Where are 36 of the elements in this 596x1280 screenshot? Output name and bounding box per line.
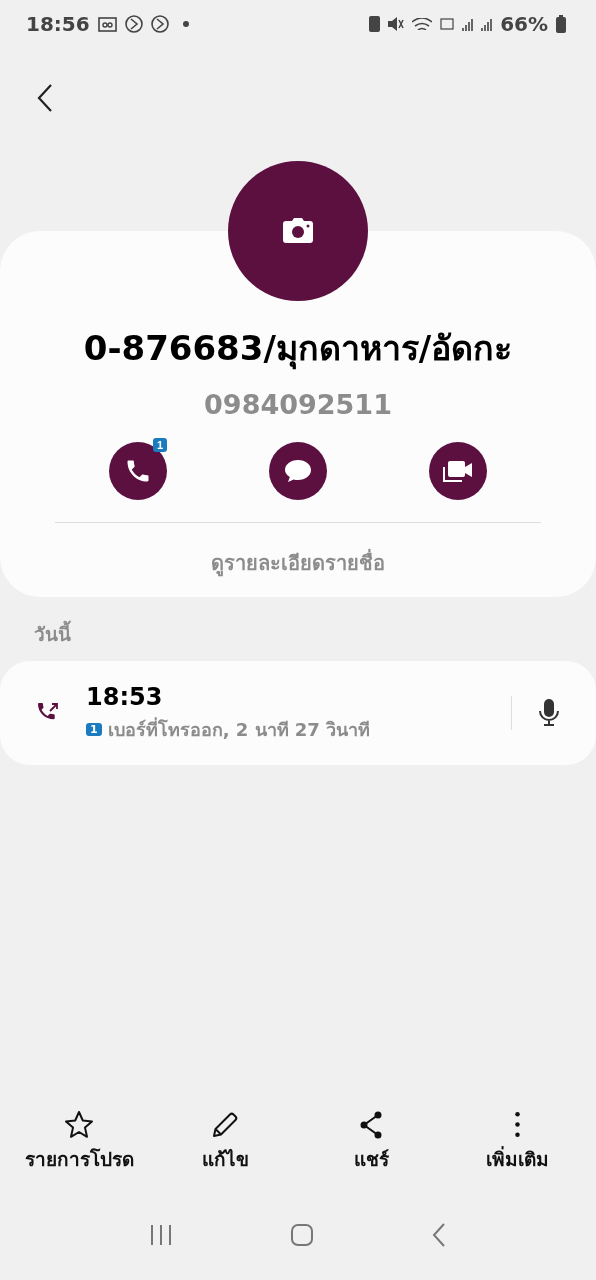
microphone-icon[interactable] [538,698,560,728]
status-time: 18:56 [26,12,90,36]
sim-badge: 1 [86,722,102,736]
battery-percent: 66% [500,12,548,36]
pencil-icon [210,1110,240,1140]
favorite-button[interactable]: รายการโปรด [9,1110,149,1174]
call-time: 18:53 [86,682,164,711]
signal-icon [481,17,493,31]
play-circle-icon [124,15,143,33]
video-camera-icon [442,458,474,484]
message-button[interactable] [269,442,327,500]
chat-bubble-icon [283,457,313,485]
notification-dot-icon [182,21,189,27]
battery-icon [556,15,566,33]
call-description: เบอร์ที่โทรออก, 2 นาที 27 วินาที [107,716,371,742]
back-icon[interactable] [36,83,54,113]
home-icon[interactable] [290,1223,314,1247]
sim-badge: 1 [152,438,167,452]
video-button[interactable] [429,442,487,500]
signal-icon [462,17,474,31]
phone-number: 0984092511 [204,389,392,420]
mute-icon [388,17,405,31]
star-icon [64,1110,94,1140]
recent-apps-icon[interactable] [148,1224,173,1246]
contact-name: 0-876683/มุกดาหาร/อัดกะ [83,327,513,372]
call-log-item[interactable]: 18:53 1 เบอร์ที่โทรออก, 2 นาที 27 วินาที [0,661,596,765]
wifi-icon [412,18,433,30]
back-nav-icon[interactable] [431,1222,448,1248]
play-circle-icon [150,15,169,33]
more-button[interactable]: เพิ่มเติม [447,1110,587,1174]
share-button[interactable]: แชร์ [301,1110,441,1174]
camera-icon [282,218,314,244]
edit-button[interactable]: แก้ไข [155,1110,295,1174]
section-heading: วันนี้ [0,597,596,649]
voicemail-icon [97,16,117,32]
more-options-icon [514,1112,520,1137]
